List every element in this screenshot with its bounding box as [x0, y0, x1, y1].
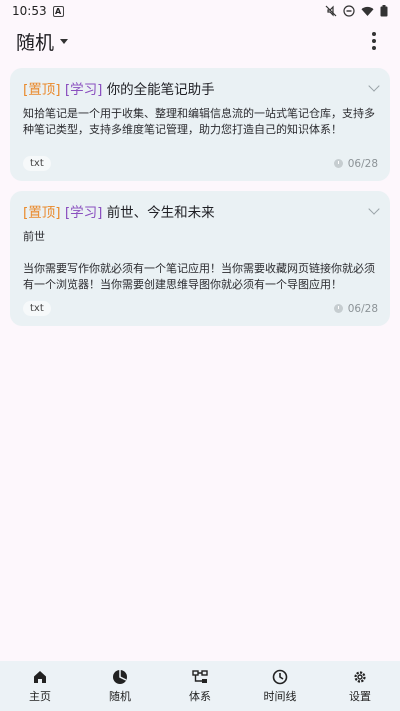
nav-settings[interactable]: 设置: [325, 669, 395, 704]
nav-home[interactable]: 主页: [5, 669, 75, 704]
clock-icon: [272, 669, 288, 684]
app-bar: 随机: [0, 22, 400, 60]
more-options-button[interactable]: [362, 29, 386, 53]
status-bar: 10:53 A: [0, 0, 400, 22]
battery-icon: [380, 5, 388, 17]
dnd-icon: [343, 5, 355, 17]
more-vert-icon: [372, 32, 376, 36]
nav-timeline[interactable]: 时间线: [245, 669, 315, 704]
clock-icon: [333, 159, 343, 168]
note-title-line: [置顶] [学习] 你的全能笔记助手: [23, 80, 378, 100]
note-card[interactable]: [置顶] [学习] 前世、今生和未来 前世 当你需要写作你就必须有一个笔记应用！…: [10, 191, 390, 326]
view-mode-dropdown[interactable]: 随机: [16, 28, 69, 55]
note-footer: txt 06/28: [23, 156, 378, 171]
pinned-tag[interactable]: [置顶]: [23, 205, 61, 221]
home-icon: [34, 670, 46, 683]
nav-random-label: 随机: [109, 689, 131, 703]
nav-settings-label: 设置: [349, 689, 371, 703]
random-icon: [113, 669, 127, 684]
note-date: 06/28: [333, 157, 378, 170]
dropdown-caret-icon: [60, 38, 69, 44]
nav-random[interactable]: 随机: [85, 669, 155, 704]
note-type-chip: txt: [23, 301, 51, 316]
note-body: 前世 当你需要写作你就必须有一个笔记应用！当你需要收藏网页链接你就必须有一个浏览…: [23, 230, 375, 291]
wifi-icon: [361, 6, 374, 16]
note-title: 你的全能笔记助手: [106, 82, 215, 98]
nav-home-label: 主页: [29, 689, 51, 703]
note-date-text: 06/28: [347, 157, 378, 170]
page-title: 随机: [16, 31, 55, 54]
mute-icon: [325, 5, 337, 17]
note-title: 前世、今生和未来: [106, 205, 215, 221]
clock-icon: [333, 304, 343, 313]
bottom-navigation: 主页 随机 体系 时间线 设置: [0, 661, 400, 711]
nav-hierarchy-label: 体系: [189, 689, 211, 703]
notification-a-icon: A: [52, 5, 64, 17]
hierarchy-icon: [192, 669, 208, 683]
nav-hierarchy[interactable]: 体系: [165, 669, 235, 704]
gear-icon: [354, 670, 366, 683]
note-date: 06/28: [333, 302, 378, 315]
note-type-chip: txt: [23, 156, 51, 171]
pinned-tag[interactable]: [置顶]: [23, 82, 61, 98]
study-tag[interactable]: [学习]: [65, 205, 103, 221]
note-card[interactable]: [置顶] [学习] 你的全能笔记助手 知拾笔记是一个用于收集、整理和编辑信息流的…: [10, 68, 390, 181]
status-time: 10:53: [12, 4, 47, 18]
nav-timeline-label: 时间线: [263, 689, 297, 703]
note-title-line: [置顶] [学习] 前世、今生和未来: [23, 203, 378, 223]
note-date-text: 06/28: [347, 302, 378, 315]
note-footer: txt 06/28: [23, 301, 378, 316]
note-body: 知拾笔记是一个用于收集、整理和编辑信息流的一站式笔记仓库，支持多种笔记类型，支持…: [23, 107, 375, 136]
note-list: [置顶] [学习] 你的全能笔记助手 知拾笔记是一个用于收集、整理和编辑信息流的…: [0, 60, 400, 326]
study-tag[interactable]: [学习]: [65, 82, 103, 98]
